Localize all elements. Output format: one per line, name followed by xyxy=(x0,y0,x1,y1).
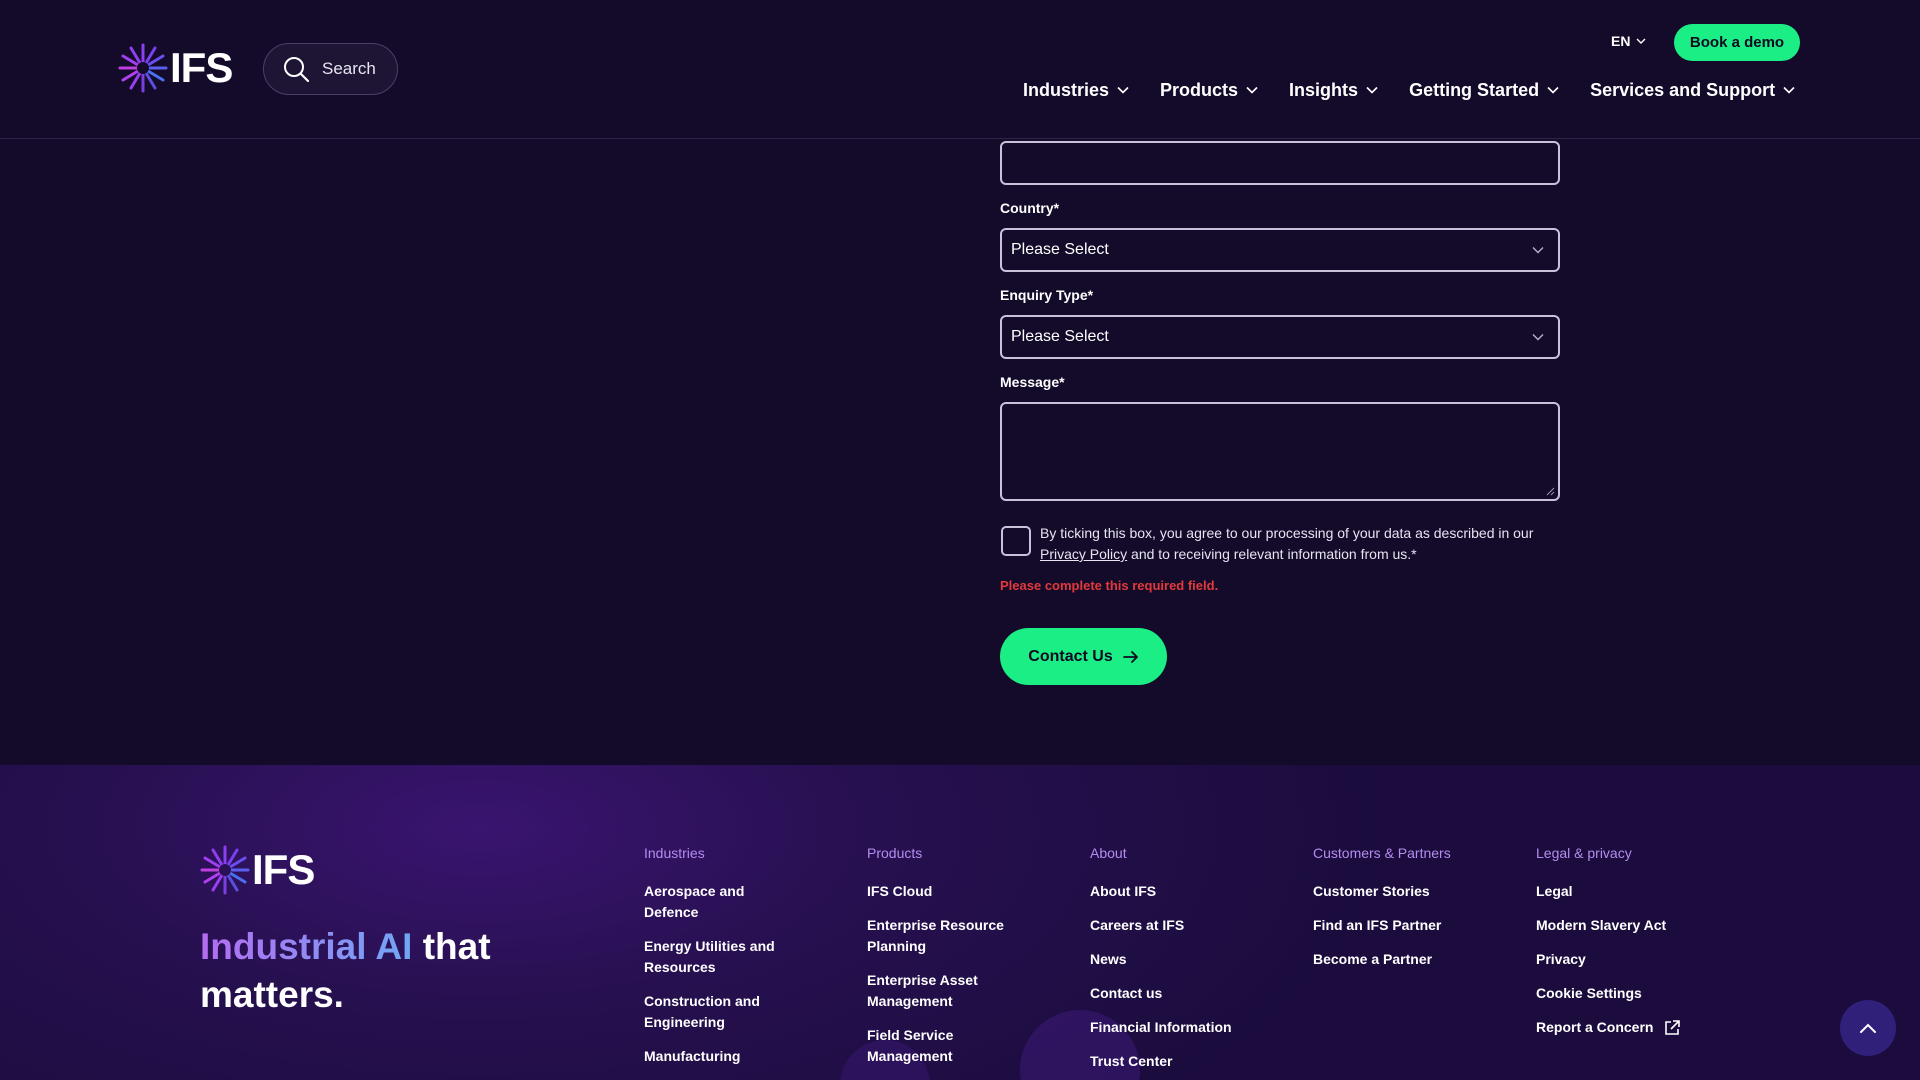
footer-ifs-logo[interactable]: IFS xyxy=(200,845,315,895)
language-label: EN xyxy=(1611,33,1631,49)
consent-checkbox[interactable] xyxy=(1001,526,1031,556)
chevron-down-icon xyxy=(1532,334,1544,341)
footer-link[interactable]: Aerospace and Defence xyxy=(644,881,794,923)
site-header: IFS Search EN Book a demo Industries Pro… xyxy=(0,0,1920,139)
footer-link[interactable]: Financial Information xyxy=(1090,1017,1290,1038)
footer-link[interactable]: Customer Stories xyxy=(1313,881,1513,902)
chevron-up-icon xyxy=(1860,1023,1876,1033)
contact-us-label: Contact Us xyxy=(1028,647,1113,665)
chevron-down-icon xyxy=(1117,86,1129,94)
message-label: Message* xyxy=(1000,374,1065,390)
nav-label: Getting Started xyxy=(1409,79,1540,100)
nav-getting-started[interactable]: Getting Started xyxy=(1409,80,1559,101)
footer-link[interactable]: Cookie Settings xyxy=(1536,983,1736,1004)
footer-link[interactable]: About IFS xyxy=(1090,881,1290,902)
footer-col-industries: Industries Aerospace and Defence Energy … xyxy=(644,845,844,1080)
chevron-down-icon xyxy=(1636,38,1646,44)
external-link-icon xyxy=(1665,1020,1681,1036)
enquiry-type-label: Enquiry Type* xyxy=(1000,287,1094,303)
footer-link[interactable]: Privacy xyxy=(1536,949,1736,970)
footer-link[interactable]: Modern Slavery Act xyxy=(1536,915,1736,936)
nav-services-support[interactable]: Services and Support xyxy=(1590,80,1795,101)
footer-link[interactable]: Legal xyxy=(1536,881,1736,902)
book-demo-button[interactable]: Book a demo xyxy=(1674,24,1800,61)
language-selector[interactable]: EN xyxy=(1611,33,1646,49)
consent-text-after: and to receiving relevant information fr… xyxy=(1127,546,1417,562)
footer-col-heading: About xyxy=(1090,845,1127,861)
nav-label: Industries xyxy=(1023,79,1110,100)
footer-link[interactable]: Careers at IFS xyxy=(1090,915,1290,936)
footer-tagline: Industrial AI that matters. xyxy=(200,923,580,1019)
nav-industries[interactable]: Industries xyxy=(1023,80,1129,101)
footer-link[interactable]: IFS Cloud xyxy=(867,881,1017,902)
footer-link[interactable]: Find an IFS Partner xyxy=(1313,915,1513,936)
footer-link[interactable]: Enterprise Asset Management xyxy=(867,970,1017,1012)
footer-col-legal-privacy: Legal & privacy Legal Modern Slavery Act… xyxy=(1536,845,1736,1051)
footer-col-heading: Legal & privacy xyxy=(1536,845,1632,861)
arrow-right-icon xyxy=(1122,650,1138,663)
footer-link[interactable]: Contact us xyxy=(1090,983,1290,1004)
message-textarea[interactable] xyxy=(1000,402,1560,501)
page: IFS Search EN Book a demo Industries Pro… xyxy=(0,0,1920,1080)
nav-products[interactable]: Products xyxy=(1160,80,1258,101)
footer-link[interactable]: Become a Partner xyxy=(1313,949,1513,970)
chevron-down-icon xyxy=(1783,86,1795,94)
footer-col-products: Products IFS Cloud Enterprise Resource P… xyxy=(867,845,1067,1080)
footer-link[interactable]: News xyxy=(1090,949,1290,970)
required-field-error: Please complete this required field. xyxy=(1000,578,1219,593)
tagline-accent: Industrial AI xyxy=(200,926,413,967)
nav-label: Insights xyxy=(1289,79,1359,100)
logo-wordmark: IFS xyxy=(170,44,233,91)
chevron-down-icon xyxy=(1246,86,1258,94)
nav-label: Services and Support xyxy=(1590,79,1776,100)
enquiry-type-value: Please Select xyxy=(1011,328,1109,345)
main-nav: Industries Products Insights Getting Sta… xyxy=(1023,77,1795,103)
contact-us-button[interactable]: Contact Us xyxy=(1000,628,1167,685)
footer-col-heading: Industries xyxy=(644,845,705,861)
ifs-logo[interactable]: IFS xyxy=(118,43,233,93)
country-label: Country* xyxy=(1000,200,1060,216)
footer-link[interactable]: Construction and Engineering xyxy=(644,991,794,1033)
country-value: Please Select xyxy=(1011,241,1109,258)
search-label: Search xyxy=(322,59,376,78)
top-text-field[interactable] xyxy=(1000,141,1560,185)
footer-col-heading: Customers & Partners xyxy=(1313,845,1451,861)
chevron-down-icon xyxy=(1366,86,1378,94)
chevron-down-icon xyxy=(1547,86,1559,94)
country-select[interactable]: Please Select xyxy=(1000,228,1560,272)
footer-link[interactable]: Energy Utilities and Resources xyxy=(644,936,794,978)
back-to-top-button[interactable] xyxy=(1840,1000,1896,1056)
nav-insights[interactable]: Insights xyxy=(1289,80,1378,101)
enquiry-type-select[interactable]: Please Select xyxy=(1000,315,1560,359)
consent-text-before: By ticking this box, you agree to our pr… xyxy=(1040,525,1534,541)
report-concern-link[interactable]: Report a Concern xyxy=(1536,1017,1736,1038)
search-button[interactable]: Search xyxy=(263,43,398,95)
footer-col-customers-partners: Customers & Partners Customer Stories Fi… xyxy=(1313,845,1513,983)
footer-logo-wordmark: IFS xyxy=(252,846,315,893)
resize-grip-icon[interactable] xyxy=(1546,487,1555,496)
footer-col-about: About About IFS Careers at IFS News Cont… xyxy=(1090,845,1290,1080)
ifs-burst-icon xyxy=(118,43,168,93)
footer-link[interactable]: Field Service Management xyxy=(867,1025,1017,1067)
site-footer: IFS Industrial AI that matters. Industri… xyxy=(0,765,1920,1080)
footer-link[interactable]: Enterprise Resource Planning xyxy=(867,915,1017,957)
chevron-down-icon xyxy=(1532,247,1544,254)
footer-link[interactable]: Trust Center xyxy=(1090,1051,1290,1072)
privacy-policy-link[interactable]: Privacy Policy xyxy=(1040,546,1127,562)
nav-label: Products xyxy=(1160,79,1239,100)
ifs-burst-icon xyxy=(200,845,250,895)
footer-link[interactable]: Manufacturing xyxy=(644,1046,794,1067)
search-icon xyxy=(284,57,310,83)
footer-link-label: Report a Concern xyxy=(1536,1019,1654,1035)
consent-text: By ticking this box, you agree to our pr… xyxy=(1040,523,1570,565)
footer-col-heading: Products xyxy=(867,845,923,861)
